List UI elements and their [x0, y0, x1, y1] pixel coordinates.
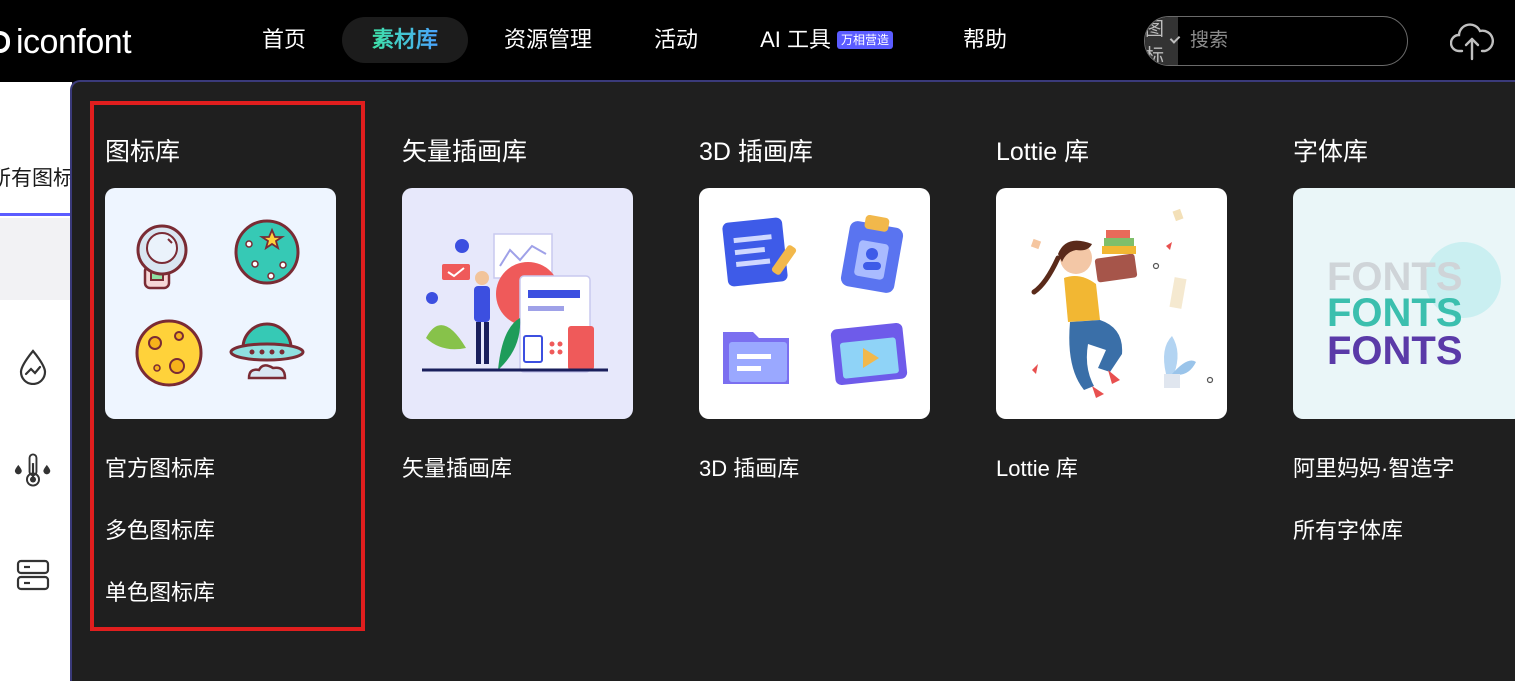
- nav-materials[interactable]: 素材库: [342, 17, 469, 63]
- column-title: 3D 插画库: [699, 138, 813, 166]
- column-title: 图标库: [105, 138, 181, 166]
- 3d-illustration-card[interactable]: [699, 188, 930, 419]
- nav-ai-tools[interactable]: AI 工具 万相营造: [738, 17, 949, 63]
- lottie-card[interactable]: [996, 188, 1227, 419]
- column-title: 矢量插画库: [402, 138, 528, 166]
- drop-chart-icon[interactable]: [14, 348, 52, 386]
- icon-library-links: 官方图标库 多色图标库 单色图标库: [105, 454, 215, 640]
- filter-band: [0, 218, 72, 300]
- logo-text: iconfont: [16, 22, 132, 61]
- cloud-upload-icon[interactable]: [1448, 20, 1496, 62]
- nav-home[interactable]: 首页: [240, 17, 328, 63]
- server-icon[interactable]: [14, 556, 52, 594]
- link-alimama-font[interactable]: 阿里妈妈·智造字: [1293, 454, 1454, 516]
- vector-illustration-links: 矢量插画库: [402, 454, 512, 516]
- nav-help[interactable]: 帮助: [941, 17, 1029, 63]
- icon-library-card[interactable]: [105, 188, 336, 419]
- lottie-links: Lottie 库: [996, 454, 1078, 516]
- tab-all-icons[interactable]: 所有图标: [0, 162, 74, 192]
- link-official-icons[interactable]: 官方图标库: [105, 454, 215, 516]
- main-nav: 首页 素材库 资源管理 活动 AI 工具 万相营造 帮助: [240, 17, 1029, 63]
- font-preview-line-3: FONTS: [1327, 329, 1463, 373]
- link-lottie[interactable]: Lottie 库: [996, 454, 1078, 516]
- search-box: 图标: [1144, 16, 1408, 66]
- column-title: Lottie 库: [996, 138, 1090, 166]
- iconfont-logo[interactable]: iconfont: [0, 22, 132, 62]
- link-monochrome-icons[interactable]: 单色图标库: [105, 578, 215, 640]
- 3d-clipboard-icon: [840, 214, 904, 293]
- background-page: 所有图标: [0, 82, 74, 681]
- nav-resource-management[interactable]: 资源管理: [482, 17, 614, 63]
- search-type-select[interactable]: 图标: [1145, 17, 1181, 66]
- ai-tools-badge: 万相营造: [836, 31, 893, 49]
- vector-illustration-card[interactable]: [402, 188, 633, 419]
- ufo-icon: [229, 322, 305, 380]
- search-type-label: 图标: [1145, 19, 1165, 66]
- active-tab-indicator: [0, 213, 72, 216]
- materials-dropdown-panel: 图标库 官方图标库 多色图标库 单色图标库 矢量插画库 矢量插画库 3D 插画库…: [70, 80, 1515, 681]
- 3d-folder-icon: [723, 332, 789, 384]
- search-input[interactable]: [1178, 17, 1407, 65]
- thermometer-icon[interactable]: [14, 451, 52, 489]
- link-vector-illustration[interactable]: 矢量插画库: [402, 454, 512, 516]
- fonts-card[interactable]: FONTS FONTS FONTS: [1293, 188, 1515, 419]
- nav-activities[interactable]: 活动: [632, 17, 720, 63]
- 3d-document-icon: [722, 217, 797, 287]
- girl-with-books-illustration: [1031, 230, 1138, 398]
- moon-icon: [135, 319, 203, 387]
- column-title: 字体库: [1293, 138, 1369, 166]
- 3d-illustration-links: 3D 插画库: [699, 454, 799, 516]
- top-navbar: iconfont 首页 素材库 资源管理 活动 AI 工具 万相营造 帮助 图标: [0, 0, 1515, 82]
- link-all-fonts[interactable]: 所有字体库: [1293, 516, 1454, 578]
- link-multicolor-icons[interactable]: 多色图标库: [105, 516, 215, 578]
- fonts-links: 阿里妈妈·智造字 所有字体库: [1293, 454, 1454, 578]
- helmet-icon: [136, 224, 188, 290]
- 3d-video-window-icon: [830, 322, 908, 386]
- link-3d-illustration[interactable]: 3D 插画库: [699, 454, 799, 516]
- planet-icon: [234, 219, 300, 285]
- logo-mark: [0, 31, 10, 53]
